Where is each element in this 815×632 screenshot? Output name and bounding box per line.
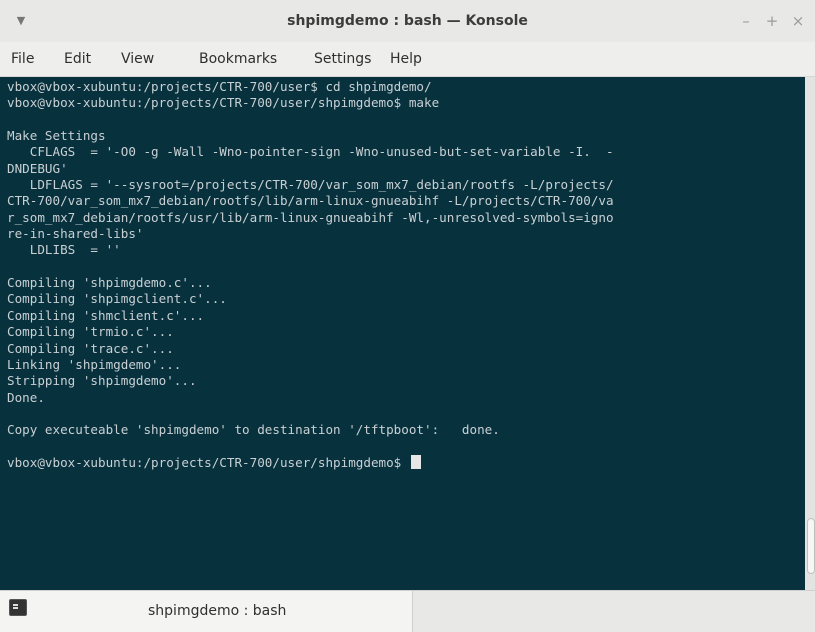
terminal-line: Compiling 'trmio.c'... (7, 324, 174, 340)
terminal-line: Make Settings (7, 128, 106, 144)
menu-view[interactable]: View (121, 42, 154, 76)
menu-settings[interactable]: Settings (314, 42, 371, 76)
terminal-line: Copy executeable 'shpimgdemo' to destina… (7, 422, 500, 438)
menu-bookmarks[interactable]: Bookmarks (199, 42, 277, 76)
terminal-output[interactable]: vbox@vbox-xubuntu:/projects/CTR-700/user… (0, 77, 805, 590)
menu-bar: File Edit View Bookmarks Settings Help (0, 42, 815, 77)
terminal-line: Compiling 'shmclient.c'... (7, 307, 205, 323)
terminal-line: CTR-700/var_som_mx7_debian/rootfs/lib/ar… (7, 193, 614, 209)
menu-file[interactable]: File (11, 42, 34, 76)
title-bar[interactable]: ▼ shpimgdemo : bash — Konsole – + × (0, 0, 815, 42)
terminal-line: Stripping 'shpimgdemo'... (7, 373, 197, 389)
window-title: shpimgdemo : bash — Konsole (287, 13, 528, 29)
terminal-line: Linking 'shpimgdemo'... (7, 356, 182, 372)
terminal-icon (9, 599, 27, 616)
tab-shpimgdemo-bash[interactable]: shpimgdemo : bash (0, 591, 413, 632)
terminal-line: Compiling 'shpimgdemo.c'... (7, 275, 212, 291)
terminal-line: LDFLAGS = '--sysroot=/projects/CTR-700/v… (29, 177, 614, 193)
terminal-line: vbox@vbox-xubuntu:/projects/CTR-700/user… (7, 95, 440, 111)
terminal-line: Compiling 'trace.c'... (7, 340, 174, 356)
terminal-line: re-in-shared-libs' (7, 226, 144, 242)
scrollbar[interactable] (805, 77, 815, 590)
terminal-line: Done. (7, 389, 45, 405)
tab-bar: shpimgdemo : bash (0, 590, 815, 632)
tab-label: shpimgdemo : bash (148, 603, 287, 619)
terminal-lines: vbox@vbox-xubuntu:/projects/CTR-700/user… (7, 79, 614, 437)
terminal-line: vbox@vbox-xubuntu:/projects/CTR-700/user… (7, 79, 432, 94)
maximize-button[interactable]: + (762, 11, 782, 31)
menu-edit[interactable]: Edit (64, 42, 91, 76)
scrollbar-thumb[interactable] (807, 518, 815, 574)
menu-help[interactable]: Help (390, 42, 422, 76)
terminal-line: DNDEBUG' (7, 160, 68, 176)
terminal-line: r_som_mx7_debian/rootfs/usr/lib/arm-linu… (7, 209, 614, 225)
terminal-prompt: vbox@vbox-xubuntu:/projects/CTR-700/user… (7, 454, 409, 470)
minimize-button[interactable]: – (736, 11, 756, 31)
terminal-text: vbox@vbox-xubuntu:/projects/CTR-700/user… (7, 79, 614, 471)
terminal-line: CFLAGS = '-O0 -g -Wall -Wno-pointer-sign… (29, 144, 614, 160)
terminal-line: Compiling 'shpimgclient.c'... (7, 291, 227, 307)
terminal-line: LDLIBS = '' (29, 242, 121, 258)
text-cursor (410, 454, 421, 469)
close-button[interactable]: × (788, 11, 808, 31)
